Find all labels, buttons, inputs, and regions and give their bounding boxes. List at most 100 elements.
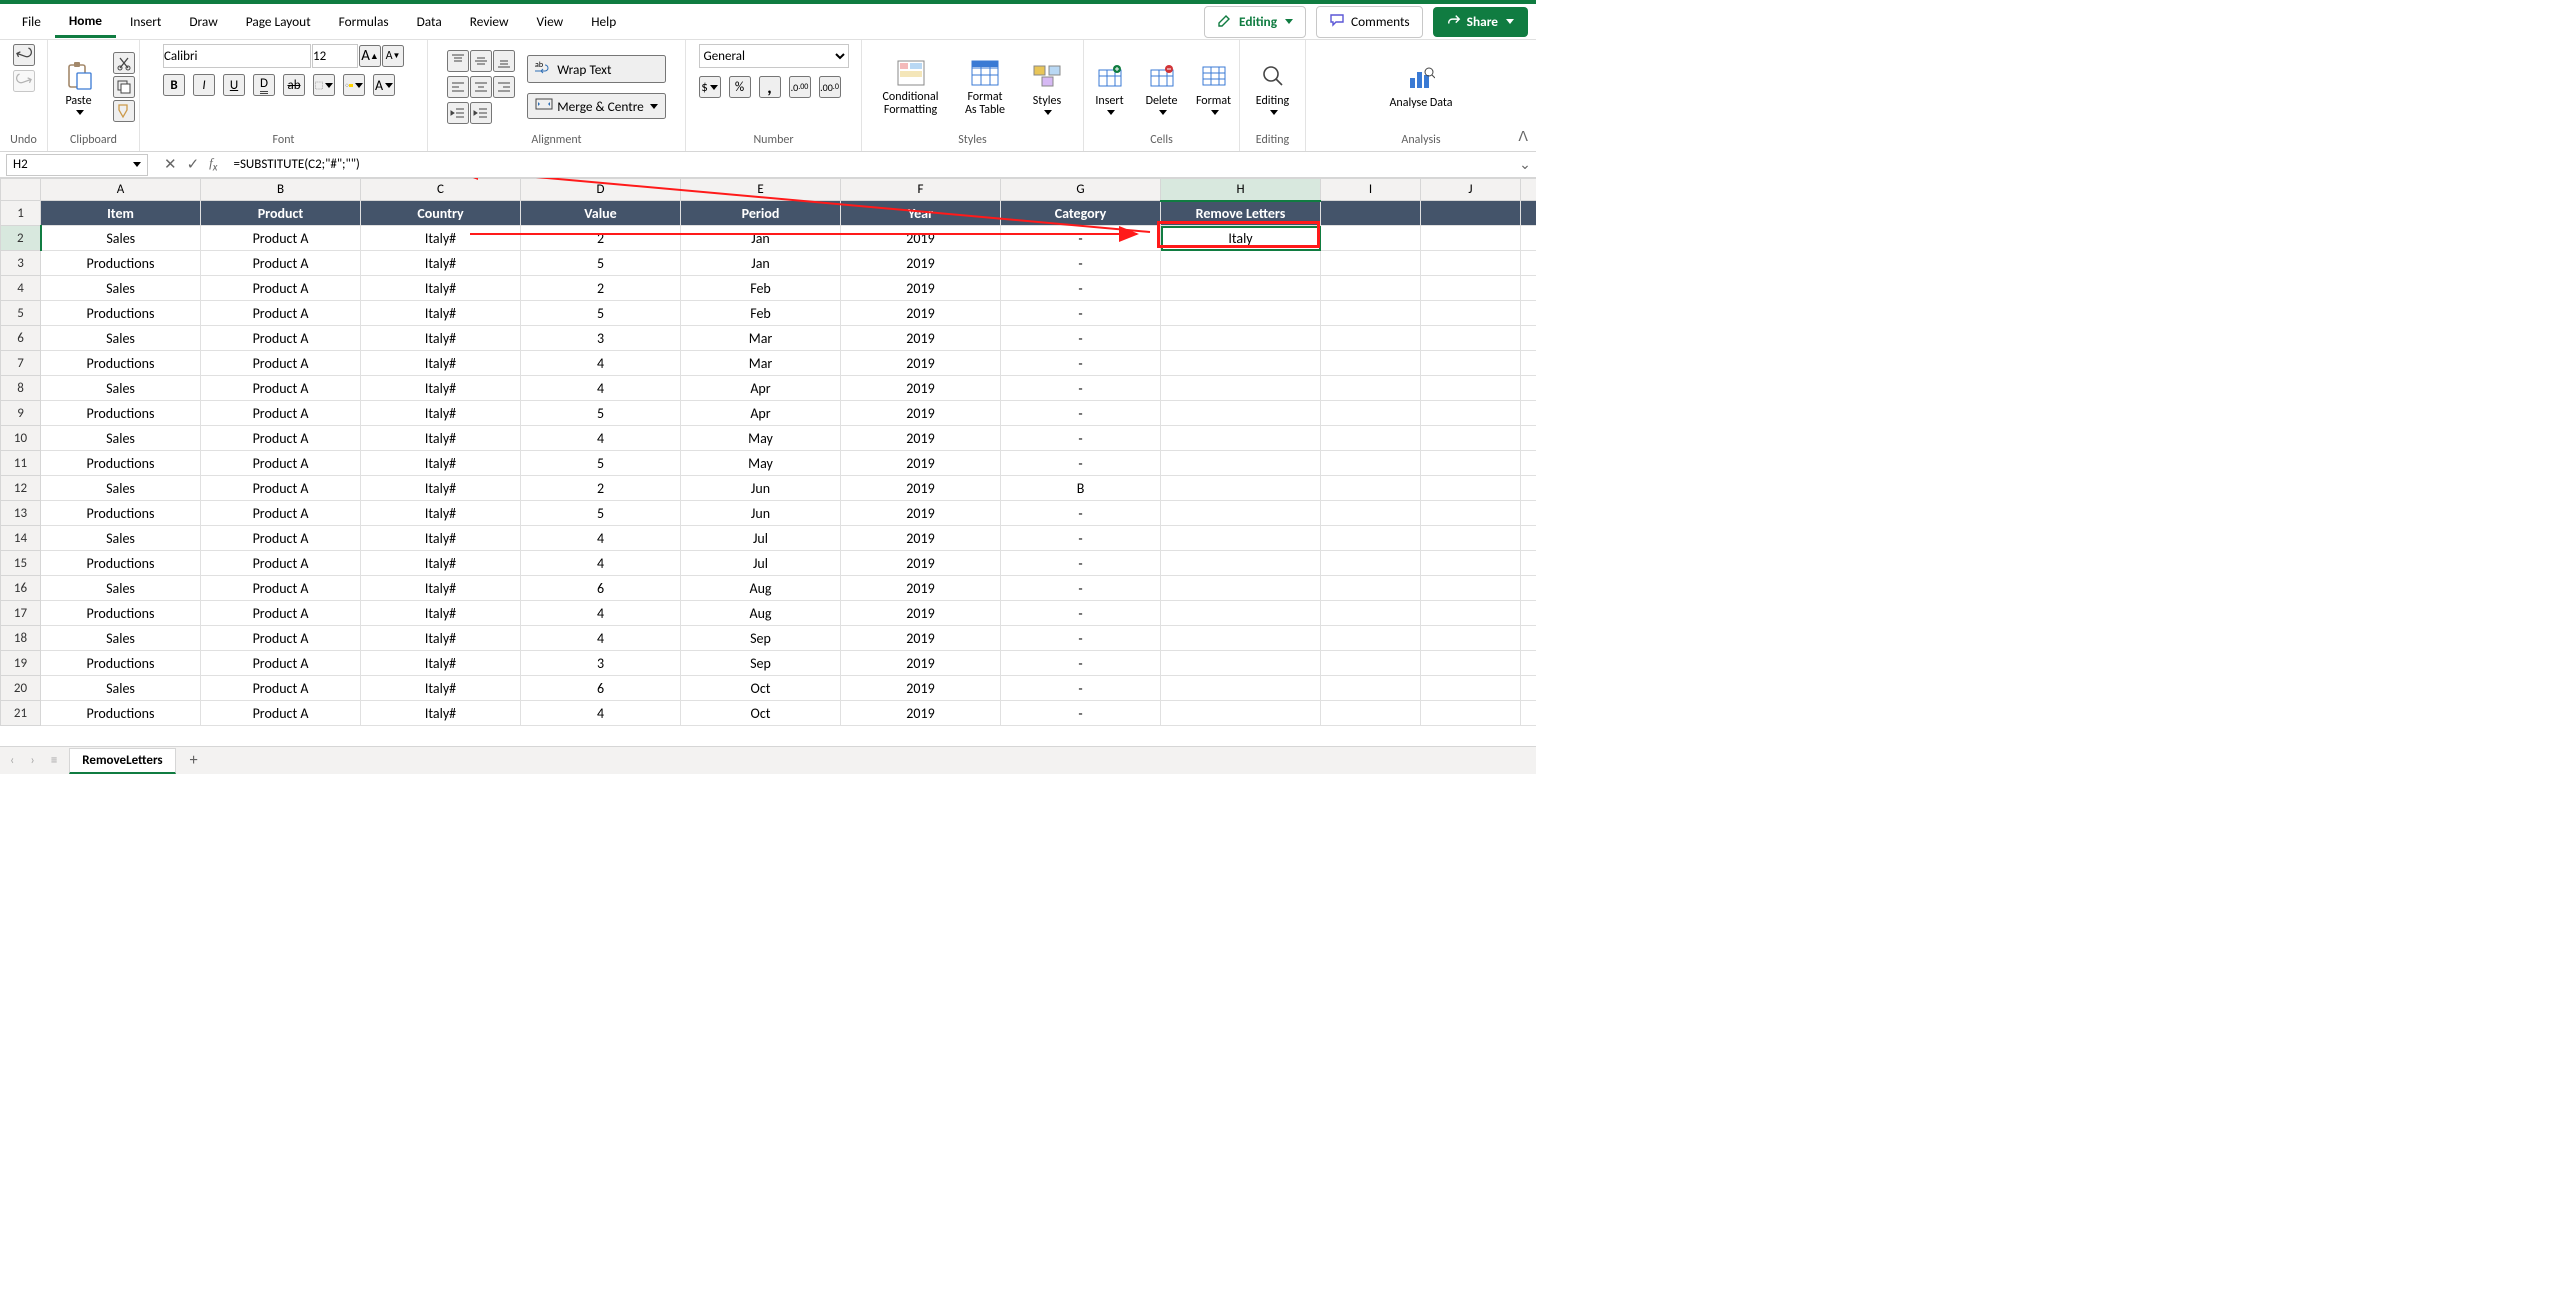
cell[interactable]: -: [1001, 626, 1161, 651]
cell[interactable]: -: [1001, 426, 1161, 451]
cell[interactable]: [1421, 651, 1521, 676]
cell[interactable]: [1321, 626, 1421, 651]
comments-button[interactable]: Comments: [1316, 6, 1423, 38]
menu-view[interactable]: View: [523, 6, 578, 38]
increase-decimal-button[interactable]: .0.00: [789, 76, 811, 98]
cell[interactable]: Product A: [201, 476, 361, 501]
cell[interactable]: 4: [521, 701, 681, 726]
cell[interactable]: 5: [521, 301, 681, 326]
strike-button[interactable]: ab: [283, 74, 305, 96]
cell[interactable]: [1161, 526, 1321, 551]
cell[interactable]: Year: [841, 201, 1001, 226]
collapse-ribbon-button[interactable]: ᐱ: [1518, 128, 1528, 145]
cell[interactable]: [1521, 201, 1537, 226]
cell[interactable]: 4: [521, 426, 681, 451]
cell[interactable]: [1421, 326, 1521, 351]
cell[interactable]: 2019: [841, 226, 1001, 251]
cell[interactable]: [1161, 626, 1321, 651]
cell[interactable]: [1161, 501, 1321, 526]
cell[interactable]: [1321, 351, 1421, 376]
cell[interactable]: -: [1001, 526, 1161, 551]
column-header[interactable]: K: [1521, 179, 1537, 201]
grow-font-button[interactable]: A▲: [359, 45, 381, 67]
cell[interactable]: Value: [521, 201, 681, 226]
cell[interactable]: [1321, 201, 1421, 226]
cell[interactable]: [1161, 701, 1321, 726]
cell[interactable]: Product A: [201, 451, 361, 476]
cell[interactable]: [1421, 226, 1521, 251]
cell[interactable]: Sales: [41, 276, 201, 301]
prev-sheet-button[interactable]: ‹: [6, 753, 18, 768]
cell[interactable]: [1161, 276, 1321, 301]
cell[interactable]: [1521, 351, 1537, 376]
cell[interactable]: 3: [521, 651, 681, 676]
cell[interactable]: 2019: [841, 701, 1001, 726]
cell[interactable]: -: [1001, 576, 1161, 601]
cell[interactable]: [1421, 401, 1521, 426]
analyse-data-button[interactable]: Analyse Data: [1385, 61, 1456, 112]
cell[interactable]: Italy#: [361, 676, 521, 701]
cell[interactable]: [1521, 501, 1537, 526]
cell[interactable]: [1421, 426, 1521, 451]
cell[interactable]: Product A: [201, 426, 361, 451]
row-header[interactable]: 13: [1, 501, 41, 526]
cell[interactable]: Italy: [1161, 226, 1321, 251]
cell[interactable]: 2019: [841, 326, 1001, 351]
cell[interactable]: Jan: [681, 226, 841, 251]
cell-styles-button[interactable]: Styles: [1021, 58, 1073, 117]
row-header[interactable]: 12: [1, 476, 41, 501]
cell[interactable]: [1321, 551, 1421, 576]
cell[interactable]: Product A: [201, 226, 361, 251]
row-header[interactable]: 6: [1, 326, 41, 351]
cell[interactable]: Italy#: [361, 376, 521, 401]
cell[interactable]: Product A: [201, 401, 361, 426]
cell[interactable]: [1321, 676, 1421, 701]
cell[interactable]: 2019: [841, 251, 1001, 276]
cell[interactable]: [1321, 651, 1421, 676]
sheet-tab[interactable]: RemoveLetters: [69, 748, 175, 774]
expand-formula-bar-button[interactable]: ⌄: [1514, 156, 1536, 173]
cell[interactable]: [1421, 476, 1521, 501]
cell[interactable]: 2019: [841, 301, 1001, 326]
double-underline-button[interactable]: D: [253, 74, 275, 96]
cell[interactable]: [1161, 376, 1321, 401]
menu-data[interactable]: Data: [403, 6, 456, 38]
cell[interactable]: [1521, 476, 1537, 501]
cell[interactable]: 2019: [841, 501, 1001, 526]
cell[interactable]: [1161, 451, 1321, 476]
cell[interactable]: [1521, 251, 1537, 276]
cell[interactable]: Italy#: [361, 651, 521, 676]
row-header[interactable]: 11: [1, 451, 41, 476]
cell[interactable]: Product A: [201, 301, 361, 326]
cell[interactable]: [1421, 501, 1521, 526]
cell[interactable]: [1421, 526, 1521, 551]
cell[interactable]: Product A: [201, 551, 361, 576]
row-header[interactable]: 16: [1, 576, 41, 601]
format-painter-button[interactable]: [113, 100, 135, 122]
cell[interactable]: -: [1001, 326, 1161, 351]
cell[interactable]: Period: [681, 201, 841, 226]
row-header[interactable]: 4: [1, 276, 41, 301]
cell[interactable]: -: [1001, 451, 1161, 476]
cell[interactable]: Category: [1001, 201, 1161, 226]
cell[interactable]: [1421, 676, 1521, 701]
cell[interactable]: -: [1001, 376, 1161, 401]
cell[interactable]: Productions: [41, 251, 201, 276]
cell[interactable]: [1321, 301, 1421, 326]
cell[interactable]: -: [1001, 501, 1161, 526]
row-header[interactable]: 19: [1, 651, 41, 676]
cell[interactable]: Italy#: [361, 526, 521, 551]
cell[interactable]: 4: [521, 376, 681, 401]
cell[interactable]: 2: [521, 476, 681, 501]
fill-color-button[interactable]: [343, 74, 365, 96]
row-header[interactable]: 8: [1, 376, 41, 401]
select-all-cell[interactable]: [1, 179, 41, 201]
next-sheet-button[interactable]: ›: [26, 753, 38, 768]
cell[interactable]: [1161, 676, 1321, 701]
cell[interactable]: [1421, 351, 1521, 376]
cell[interactable]: 4: [521, 626, 681, 651]
cell[interactable]: [1161, 401, 1321, 426]
cell[interactable]: Italy#: [361, 276, 521, 301]
align-bottom-button[interactable]: [493, 50, 515, 72]
menu-help[interactable]: Help: [577, 6, 630, 38]
